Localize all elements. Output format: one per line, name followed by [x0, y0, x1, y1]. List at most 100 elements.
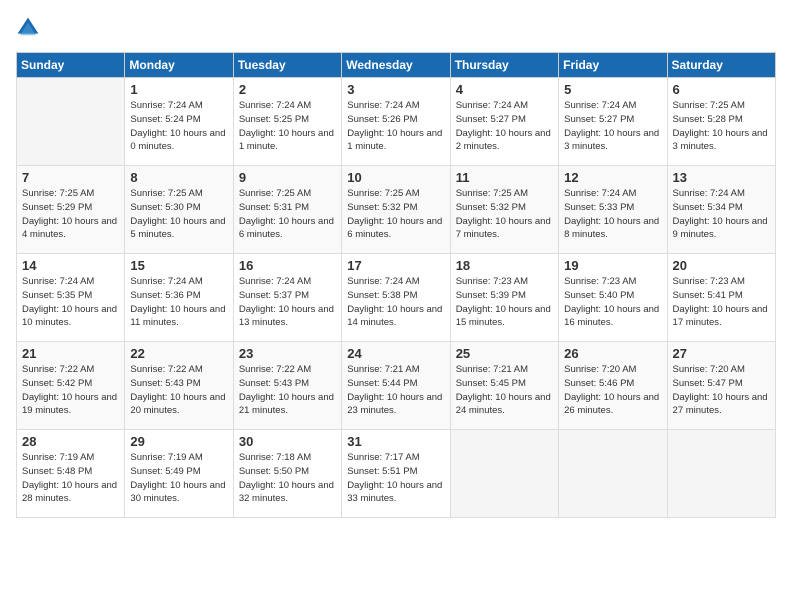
- calendar-cell: 16 Sunrise: 7:24 AMSunset: 5:37 PMDayligh…: [233, 254, 341, 342]
- day-info: Sunrise: 7:22 AMSunset: 5:42 PMDaylight:…: [22, 363, 119, 418]
- calendar-cell: 15 Sunrise: 7:24 AMSunset: 5:36 PMDayligh…: [125, 254, 233, 342]
- weekday-header-thursday: Thursday: [450, 53, 558, 78]
- weekday-header-tuesday: Tuesday: [233, 53, 341, 78]
- day-number: 18: [456, 258, 553, 273]
- day-number: 3: [347, 82, 444, 97]
- calendar-cell: 17Sunrise: 7:24 AMSunset: 5:38 PMDayligh…: [342, 254, 450, 342]
- day-number: 11: [456, 170, 553, 185]
- day-info: Sunrise: 7:22 AMSunset: 5:43 PMDaylight:…: [130, 363, 227, 418]
- page-header: [16, 16, 776, 40]
- calendar-cell: 20 Sunrise: 7:23 AMSunset: 5:41 PMDayligh…: [667, 254, 775, 342]
- calendar-cell: [17, 78, 125, 166]
- day-number: 13: [673, 170, 770, 185]
- day-number: 26: [564, 346, 661, 361]
- day-info: Sunrise: 7:25 AMSunset: 5:29 PMDaylight:…: [22, 187, 119, 242]
- calendar-cell: 18 Sunrise: 7:23 AMSunset: 5:39 PMDayligh…: [450, 254, 558, 342]
- day-info: Sunrise: 7:24 AMSunset: 5:26 PMDaylight:…: [347, 99, 444, 154]
- calendar-week-5: 28 Sunrise: 7:19 AMSunset: 5:48 PMDayligh…: [17, 430, 776, 518]
- weekday-header-saturday: Saturday: [667, 53, 775, 78]
- calendar-cell: 25 Sunrise: 7:21 AMSunset: 5:45 PMDayligh…: [450, 342, 558, 430]
- day-info: Sunrise: 7:17 AMSunset: 5:51 PMDaylight:…: [347, 451, 444, 506]
- calendar-cell: 22 Sunrise: 7:22 AMSunset: 5:43 PMDayligh…: [125, 342, 233, 430]
- day-info: Sunrise: 7:19 AMSunset: 5:48 PMDaylight:…: [22, 451, 119, 506]
- day-info: Sunrise: 7:24 AMSunset: 5:37 PMDaylight:…: [239, 275, 336, 330]
- calendar-table: SundayMondayTuesdayWednesdayThursdayFrid…: [16, 52, 776, 518]
- calendar-cell: 23Sunrise: 7:22 AMSunset: 5:43 PMDayligh…: [233, 342, 341, 430]
- calendar-week-3: 14 Sunrise: 7:24 AMSunset: 5:35 PMDayligh…: [17, 254, 776, 342]
- day-info: Sunrise: 7:23 AMSunset: 5:41 PMDaylight:…: [673, 275, 770, 330]
- calendar-cell: 11 Sunrise: 7:25 AMSunset: 5:32 PMDayligh…: [450, 166, 558, 254]
- day-info: Sunrise: 7:23 AMSunset: 5:40 PMDaylight:…: [564, 275, 661, 330]
- calendar-cell: [667, 430, 775, 518]
- day-info: Sunrise: 7:19 AMSunset: 5:49 PMDaylight:…: [130, 451, 227, 506]
- day-number: 5: [564, 82, 661, 97]
- calendar-week-4: 21 Sunrise: 7:22 AMSunset: 5:42 PMDayligh…: [17, 342, 776, 430]
- calendar-cell: 10Sunrise: 7:25 AMSunset: 5:32 PMDayligh…: [342, 166, 450, 254]
- day-info: Sunrise: 7:25 AMSunset: 5:30 PMDaylight:…: [130, 187, 227, 242]
- day-info: Sunrise: 7:22 AMSunset: 5:43 PMDaylight:…: [239, 363, 336, 418]
- day-number: 16: [239, 258, 336, 273]
- day-info: Sunrise: 7:24 AMSunset: 5:24 PMDaylight:…: [130, 99, 227, 154]
- day-number: 6: [673, 82, 770, 97]
- day-info: Sunrise: 7:18 AMSunset: 5:50 PMDaylight:…: [239, 451, 336, 506]
- calendar-cell: 27 Sunrise: 7:20 AMSunset: 5:47 PMDayligh…: [667, 342, 775, 430]
- calendar-cell: 29Sunrise: 7:19 AMSunset: 5:49 PMDayligh…: [125, 430, 233, 518]
- day-number: 17: [347, 258, 444, 273]
- day-info: Sunrise: 7:25 AMSunset: 5:28 PMDaylight:…: [673, 99, 770, 154]
- day-info: Sunrise: 7:24 AMSunset: 5:36 PMDaylight:…: [130, 275, 227, 330]
- calendar-cell: 6 Sunrise: 7:25 AMSunset: 5:28 PMDaylight…: [667, 78, 775, 166]
- calendar-week-2: 7 Sunrise: 7:25 AMSunset: 5:29 PMDaylight…: [17, 166, 776, 254]
- calendar-cell: 19 Sunrise: 7:23 AMSunset: 5:40 PMDayligh…: [559, 254, 667, 342]
- calendar-cell: 9 Sunrise: 7:25 AMSunset: 5:31 PMDaylight…: [233, 166, 341, 254]
- day-info: Sunrise: 7:20 AMSunset: 5:46 PMDaylight:…: [564, 363, 661, 418]
- day-number: 28: [22, 434, 119, 449]
- day-number: 21: [22, 346, 119, 361]
- calendar-cell: 30 Sunrise: 7:18 AMSunset: 5:50 PMDayligh…: [233, 430, 341, 518]
- day-number: 14: [22, 258, 119, 273]
- day-info: Sunrise: 7:23 AMSunset: 5:39 PMDaylight:…: [456, 275, 553, 330]
- logo-icon: [16, 16, 40, 40]
- day-info: Sunrise: 7:24 AMSunset: 5:35 PMDaylight:…: [22, 275, 119, 330]
- day-number: 27: [673, 346, 770, 361]
- day-info: Sunrise: 7:25 AMSunset: 5:31 PMDaylight:…: [239, 187, 336, 242]
- weekday-header-monday: Monday: [125, 53, 233, 78]
- day-info: Sunrise: 7:25 AMSunset: 5:32 PMDaylight:…: [347, 187, 444, 242]
- day-number: 12: [564, 170, 661, 185]
- day-info: Sunrise: 7:24 AMSunset: 5:27 PMDaylight:…: [456, 99, 553, 154]
- day-number: 30: [239, 434, 336, 449]
- weekday-header-wednesday: Wednesday: [342, 53, 450, 78]
- weekday-header-sunday: Sunday: [17, 53, 125, 78]
- day-number: 9: [239, 170, 336, 185]
- day-number: 20: [673, 258, 770, 273]
- calendar-cell: 28 Sunrise: 7:19 AMSunset: 5:48 PMDayligh…: [17, 430, 125, 518]
- calendar-cell: 31 Sunrise: 7:17 AMSunset: 5:51 PMDayligh…: [342, 430, 450, 518]
- day-info: Sunrise: 7:25 AMSunset: 5:32 PMDaylight:…: [456, 187, 553, 242]
- calendar-cell: 4Sunrise: 7:24 AMSunset: 5:27 PMDaylight…: [450, 78, 558, 166]
- day-number: 7: [22, 170, 119, 185]
- calendar-cell: 8 Sunrise: 7:25 AMSunset: 5:30 PMDaylight…: [125, 166, 233, 254]
- calendar-cell: 14 Sunrise: 7:24 AMSunset: 5:35 PMDayligh…: [17, 254, 125, 342]
- weekday-header-friday: Friday: [559, 53, 667, 78]
- day-number: 1: [130, 82, 227, 97]
- day-number: 22: [130, 346, 227, 361]
- calendar-cell: 7 Sunrise: 7:25 AMSunset: 5:29 PMDaylight…: [17, 166, 125, 254]
- day-number: 8: [130, 170, 227, 185]
- day-number: 15: [130, 258, 227, 273]
- day-number: 2: [239, 82, 336, 97]
- day-number: 31: [347, 434, 444, 449]
- day-number: 19: [564, 258, 661, 273]
- day-info: Sunrise: 7:21 AMSunset: 5:45 PMDaylight:…: [456, 363, 553, 418]
- calendar-cell: 12Sunrise: 7:24 AMSunset: 5:33 PMDayligh…: [559, 166, 667, 254]
- calendar-cell: 21 Sunrise: 7:22 AMSunset: 5:42 PMDayligh…: [17, 342, 125, 430]
- day-info: Sunrise: 7:24 AMSunset: 5:34 PMDaylight:…: [673, 187, 770, 242]
- weekday-header-row: SundayMondayTuesdayWednesdayThursdayFrid…: [17, 53, 776, 78]
- calendar-cell: 3 Sunrise: 7:24 AMSunset: 5:26 PMDaylight…: [342, 78, 450, 166]
- day-info: Sunrise: 7:24 AMSunset: 5:25 PMDaylight:…: [239, 99, 336, 154]
- calendar-cell: 24Sunrise: 7:21 AMSunset: 5:44 PMDayligh…: [342, 342, 450, 430]
- calendar-cell: 13 Sunrise: 7:24 AMSunset: 5:34 PMDayligh…: [667, 166, 775, 254]
- day-info: Sunrise: 7:20 AMSunset: 5:47 PMDaylight:…: [673, 363, 770, 418]
- day-number: 25: [456, 346, 553, 361]
- day-number: 24: [347, 346, 444, 361]
- day-info: Sunrise: 7:24 AMSunset: 5:27 PMDaylight:…: [564, 99, 661, 154]
- calendar-cell: [450, 430, 558, 518]
